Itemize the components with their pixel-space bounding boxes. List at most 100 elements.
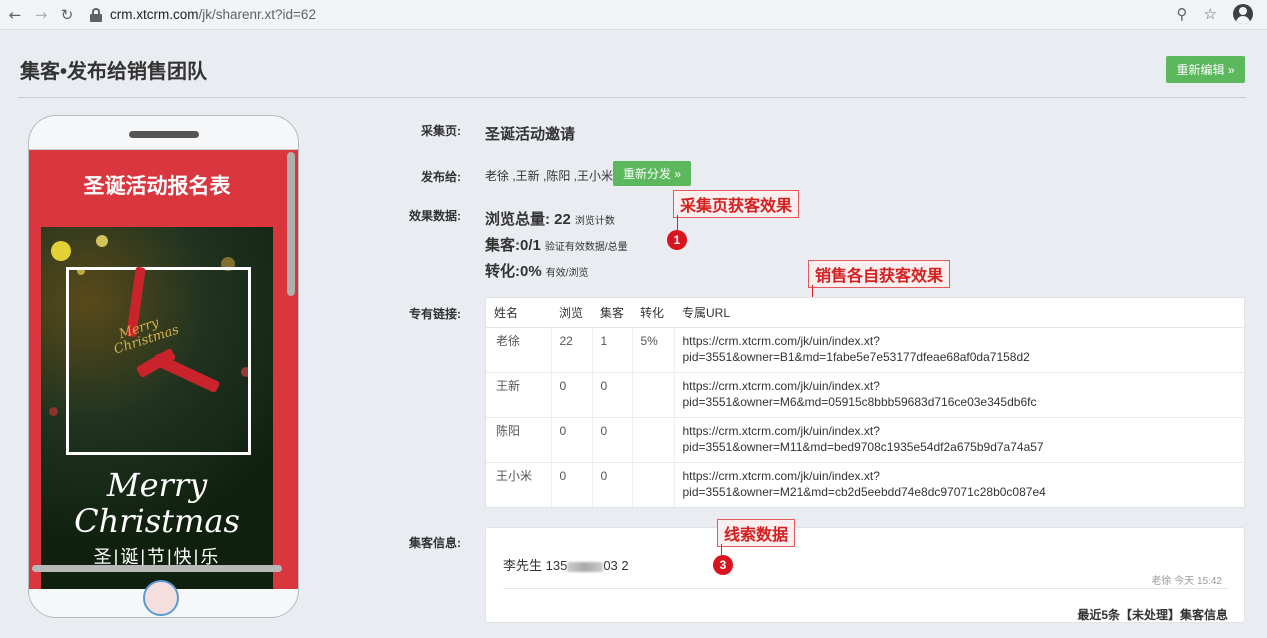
star-icon[interactable]: ☆: [1204, 5, 1217, 23]
callout-2-connector: [812, 285, 813, 297]
url-line2: pid=3551&owner=M11&md=bed9708c1935e54df2…: [682, 439, 1044, 454]
row-url[interactable]: https://crm.xtcrm.com/jk/uin/index.xt? pi…: [674, 417, 1244, 463]
phone-speaker: [129, 131, 199, 138]
col-leads: 集客: [592, 298, 632, 328]
poster-merry: Merry Christmas: [41, 467, 273, 539]
views-metric: 浏览总量: 22 浏览计数: [485, 208, 615, 229]
conversion-metric: 转化:0% 有效/浏览: [485, 260, 588, 281]
row-conversion: [632, 372, 675, 418]
profile-icon[interactable]: [1233, 4, 1253, 24]
callout-2: 销售各自获客效果: [808, 260, 951, 288]
lead-info-card: 李先生 135 03 2 老徐 今天 15:42 最近5条【未处理】集客信息: [485, 527, 1245, 623]
url-path: /jk/sharenr.xt?id=62: [198, 7, 316, 22]
conversion-note: 有效/浏览: [545, 268, 589, 279]
forward-icon[interactable]: →: [30, 4, 52, 26]
lead-divider: [503, 588, 1229, 589]
poster-line1: Merry: [106, 466, 208, 504]
form-title: 圣诞活动报名表: [83, 175, 231, 198]
leads-value: 0/1: [520, 237, 541, 254]
horizontal-scrollbar[interactable]: [32, 565, 282, 572]
url-host: crm.xtcrm.com: [110, 7, 199, 22]
re-edit-button[interactable]: 重新编辑 »: [1166, 56, 1245, 83]
zoom-icon[interactable]: ⚲: [1177, 5, 1188, 23]
lead-suffix: 03 2: [603, 558, 629, 573]
col-url: 专属URL: [674, 298, 1244, 328]
table-row: 王小米 0 0 https://crm.xtcrm.com/jk/uin/ind…: [486, 462, 1244, 507]
lead-name: 李先生 135: [503, 558, 568, 573]
row-leads: 1: [592, 327, 633, 373]
row-name: 王小米: [486, 462, 552, 507]
col-conversion: 转化: [632, 298, 674, 328]
row-url[interactable]: https://crm.xtcrm.com/jk/uin/index.xt? pi…: [674, 327, 1244, 373]
phone-screen[interactable]: 圣诞活动报名表 Merry Christmas Merry Christmas 圣…: [29, 149, 298, 589]
row-views: 0: [551, 462, 593, 507]
callout-3-badge: 3: [713, 555, 733, 575]
url-line2: pid=3551&owner=B1&md=1fabe5e7e53177dfeae…: [682, 349, 1030, 364]
row-conversion: [632, 462, 675, 507]
header-divider: [18, 97, 1246, 98]
poster-line2: Christmas: [74, 502, 240, 540]
url-line1: https://crm.xtcrm.com/jk/uin/index.xt?: [682, 378, 880, 393]
col-views: 浏览: [551, 298, 592, 328]
conversion-label: 转化:: [485, 263, 520, 280]
url-line1: https://crm.xtcrm.com/jk/uin/index.xt?: [682, 423, 880, 438]
col-name: 姓名: [486, 298, 551, 328]
row-leads: 0: [592, 462, 633, 507]
page-label: 采集页:: [421, 124, 461, 138]
lock-icon: [90, 7, 102, 22]
url-line1: https://crm.xtcrm.com/jk/uin/index.xt?: [682, 468, 880, 483]
publish-label: 发布给:: [421, 170, 461, 184]
publish-value: 老徐 ,王新 ,陈阳 ,王小米: [485, 169, 614, 183]
back-icon[interactable]: ←: [4, 4, 26, 26]
links-label: 专有链接:: [409, 307, 461, 321]
callout-1: 采集页获客效果: [673, 190, 800, 218]
address-bar[interactable]: crm.xtcrm.com/jk/sharenr.xt?id=62: [110, 7, 316, 22]
url-line2: pid=3551&owner=M6&md=05915c8bbb59683d716…: [682, 394, 1037, 409]
row-views: 22: [551, 327, 593, 373]
phone-preview: 圣诞活动报名表 Merry Christmas Merry Christmas 圣…: [28, 115, 299, 618]
table-header-row: 姓名 浏览 集客 转化 专属URL: [486, 298, 1244, 328]
leads-metric: 集客:0/1 验证有效数据/总量: [485, 234, 628, 255]
row-leads: 0: [592, 417, 633, 463]
row-conversion: 5%: [632, 327, 675, 373]
row-leads: 0: [592, 372, 633, 418]
reload-icon[interactable]: ↻: [56, 4, 78, 26]
table-row: 老徐 22 1 5% https://crm.xtcrm.com/jk/uin/…: [486, 327, 1244, 373]
row-name: 王新: [486, 372, 552, 418]
links-table: 姓名 浏览 集客 转化 专属URL 老徐 22 1 5% https://crm…: [485, 297, 1245, 508]
table-row: 王新 0 0 https://crm.xtcrm.com/jk/uin/inde…: [486, 372, 1244, 418]
url-line1: https://crm.xtcrm.com/jk/uin/index.xt?: [682, 333, 880, 348]
page-title: 集客•发布给销售团队: [20, 61, 208, 83]
callout-3-connector: [721, 544, 722, 555]
views-label: 浏览总量:: [485, 211, 550, 228]
row-name: 老徐: [486, 327, 552, 373]
row-views: 0: [551, 417, 593, 463]
row-url[interactable]: https://crm.xtcrm.com/jk/uin/index.xt? pi…: [674, 372, 1244, 418]
views-value: 22: [554, 211, 571, 228]
page-value: 圣诞活动邀请: [485, 126, 576, 143]
conversion-value: 0%: [520, 263, 542, 280]
effect-label: 效果数据:: [409, 209, 461, 223]
lead-entry[interactable]: 李先生 135 03 2: [503, 555, 629, 574]
row-name: 陈阳: [486, 417, 552, 463]
browser-toolbar: ← → ↻ crm.xtcrm.com/jk/sharenr.xt?id=62 …: [0, 0, 1267, 30]
callout-1-connector: [677, 215, 678, 230]
phone-home-button: [143, 580, 179, 616]
callout-3: 线索数据: [717, 519, 796, 547]
vertical-scrollbar[interactable]: [287, 152, 295, 296]
leads-note: 验证有效数据/总量: [544, 242, 628, 253]
views-note: 浏览计数: [574, 216, 615, 227]
redistribute-button[interactable]: 重新分发 »: [613, 161, 691, 186]
callout-1-badge: 1: [667, 230, 687, 250]
row-conversion: [632, 417, 675, 463]
lead-info-label: 集客信息:: [409, 536, 461, 550]
row-views: 0: [551, 372, 593, 418]
table-row: 陈阳 0 0 https://crm.xtcrm.com/jk/uin/inde…: [486, 417, 1244, 463]
row-url[interactable]: https://crm.xtcrm.com/jk/uin/index.xt? pi…: [674, 462, 1244, 507]
lead-footer[interactable]: 最近5条【未处理】集客信息: [1077, 606, 1228, 623]
lead-meta: 老徐 今天 15:42: [1151, 576, 1222, 587]
leads-label: 集客:: [485, 237, 520, 254]
christmas-poster-image: Merry Christmas Merry Christmas 圣|诞|节|快|乐: [41, 227, 273, 589]
url-line2: pid=3551&owner=M21&md=cb2d5eebdd74e8dc97…: [682, 484, 1046, 499]
masked-phone: [567, 561, 604, 572]
